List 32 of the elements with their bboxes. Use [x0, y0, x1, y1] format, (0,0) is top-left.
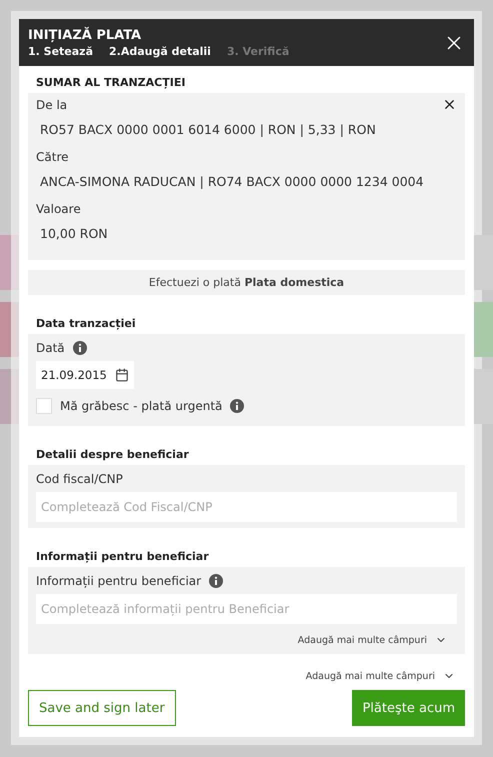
checkbox[interactable] — [36, 398, 52, 414]
section-title: SUMAR AL TRANZACȚIEI — [35, 76, 186, 89]
field-value: RO57 BACX 0000 0001 6014 6000 | RON | 5,33 | RON — [39, 121, 377, 139]
dialog-title: INIȚIAZĂ PLATA — [28, 28, 142, 42]
section-title: Informații pentru beneficiar — [35, 550, 210, 563]
clear-button[interactable] — [442, 97, 457, 112]
save-button[interactable]: Save and sign later — [28, 690, 176, 726]
section-title: Detalii despre beneficiar — [35, 448, 190, 461]
pay-button[interactable]: Plăteşte acum — [352, 690, 465, 726]
step-label: 1. Setează — [28, 44, 94, 58]
checkbox-label: Mă grăbesc - plată urgentă — [60, 399, 222, 413]
background-tile — [474, 302, 493, 357]
step-label: 2.Adaugă detalii — [109, 44, 211, 58]
payment-type-text: Efectuezi o plată Plata domestica — [148, 276, 344, 289]
field-value: 10,00 RON — [39, 225, 109, 243]
field-label: Dată — [36, 341, 65, 355]
field-label: Valoare — [36, 202, 81, 216]
field-label: Cod fiscal/CNP — [36, 472, 123, 486]
input-field[interactable]: Completează Cod Fiscal/CNP — [36, 492, 457, 522]
section-title: Data tranzacției — [35, 317, 137, 330]
step-label: 3. Verifică — [226, 44, 290, 58]
input-field[interactable]: Completează informații pentru Beneficiar — [36, 594, 457, 624]
calendar-icon — [114, 368, 129, 382]
field-label: Către — [36, 150, 68, 164]
close-icon — [442, 97, 457, 112]
more-fields-link[interactable]: Adaugă mai multe câmpuri — [296, 654, 465, 684]
field-value: ANCA-SIMONA RADUCAN | RO74 BACX 0000 0000 1234 0004 — [39, 173, 425, 191]
info-icon — [230, 399, 244, 413]
field-label: Informații pentru beneficiar — [36, 574, 202, 588]
field-label: De la — [36, 98, 68, 112]
more-fields-link[interactable]: Adaugă mai multe câmpuri — [288, 624, 457, 648]
date-field[interactable]: 21.09.2015 — [36, 361, 134, 389]
